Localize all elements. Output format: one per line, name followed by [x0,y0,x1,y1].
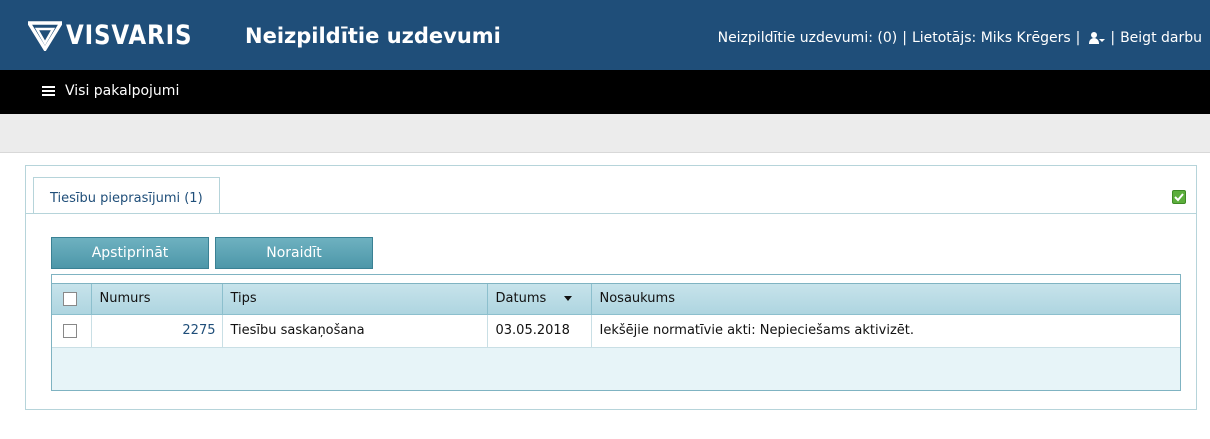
separator: | [902,30,907,46]
requests-table: Numurs Tips Datums Nosaukums 2275 Tiesīb… [52,284,1180,348]
select-all-checkbox[interactable] [63,291,77,306]
sort-desc-icon [564,296,573,302]
user-info-bar: Neizpildītie uzdevumi: (0) | Lietotājs: … [718,30,1202,46]
cell-name: Iekšējie normatīvie akti: Nepieciešams a… [591,314,1180,348]
table-row[interactable]: 2275 Tiesību saskaņošana 03.05.2018 Iekš… [52,314,1180,348]
user-menu-icon[interactable] [1087,31,1106,45]
grid-toolbar [52,275,1180,284]
toolbar-strip [0,114,1210,153]
visvaris-logo[interactable]: VISVARIS [28,20,215,51]
all-services-label: Visi pakalpojumi [65,83,180,99]
all-services-menu[interactable]: Visi pakalpojumi [42,83,179,99]
reject-button[interactable]: Noraidīt [215,237,373,269]
approve-button[interactable]: Apstiprināt [51,237,209,269]
logout-link[interactable]: Beigt darbu [1120,30,1202,46]
separator: | [1075,30,1081,46]
cell-type: Tiesību saskaņošana [222,314,488,348]
requests-grid: Numurs Tips Datums Nosaukums 2275 Tiesīb… [51,274,1181,391]
logo-text: VISVARIS [66,20,193,51]
row-select-cell [52,314,92,348]
column-header-type[interactable]: Tips [222,284,488,315]
logo-mark-icon [28,20,62,51]
main-nav: Visi pakalpojumi [0,70,1210,114]
user-label: Lietotājs: Miks Krēgers [911,30,1071,46]
column-date-label: Datums [495,291,547,307]
column-header-date[interactable]: Datums [487,284,592,315]
tab-divider [26,213,1196,214]
column-header-name[interactable]: Nosaukums [591,284,1180,315]
table-header-row: Numurs Tips Datums Nosaukums [52,284,1180,315]
tab-rights-requests[interactable]: Tiesību pieprasījumi (1) [33,177,220,214]
page-title: Neizpildītie uzdevumi [245,24,501,48]
cell-date: 03.05.2018 [487,314,592,348]
pending-tasks-link[interactable]: Neizpildītie uzdevumi: (0) [718,30,898,46]
row-checkbox[interactable] [63,323,77,338]
requests-panel: Tiesību pieprasījumi (1) Apstiprināt Nor… [25,165,1197,410]
column-header-number[interactable]: Numurs [91,284,223,315]
separator: | [1110,30,1116,46]
checkmark-icon [1172,190,1186,204]
hamburger-icon [42,84,55,98]
select-all-cell [52,284,92,315]
cell-number[interactable]: 2275 [91,314,223,348]
app-header: VISVARIS Neizpildītie uzdevumi Neizpildī… [0,0,1210,70]
